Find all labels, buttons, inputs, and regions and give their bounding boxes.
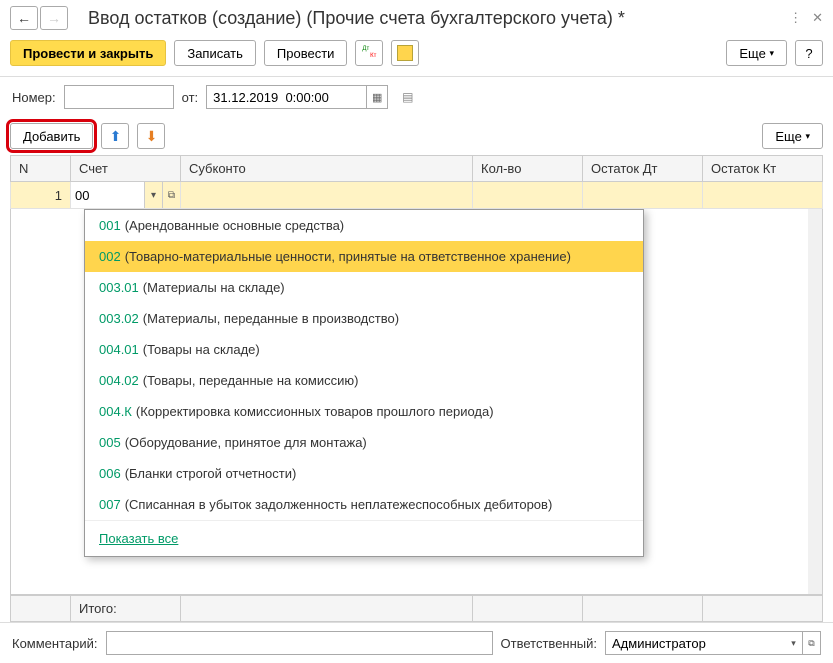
dropdown-item[interactable]: 004.02 (Товары, переданные на комиссию): [85, 365, 643, 396]
main-table: N Счет Субконто Кол-во Остаток Дт Остато…: [10, 155, 823, 209]
post-button[interactable]: Провести: [264, 40, 348, 66]
nav-forward-button[interactable]: →: [40, 6, 68, 30]
account-open-button[interactable]: ⧉: [162, 182, 180, 208]
dropdown-item-code: 001: [99, 218, 121, 233]
add-button[interactable]: Добавить: [10, 123, 93, 149]
col-n[interactable]: N: [11, 156, 71, 182]
date-input[interactable]: [206, 85, 366, 109]
comment-label: Комментарий:: [12, 636, 98, 651]
dropdown-item-code: 003.01: [99, 280, 139, 295]
responsible-dropdown-button[interactable]: ▾: [785, 631, 803, 655]
help-button[interactable]: ?: [795, 40, 823, 66]
dropdown-item-code: 004.01: [99, 342, 139, 357]
dropdown-item[interactable]: 007 (Списанная в убыток задолженность не…: [85, 489, 643, 520]
dropdown-item-code: 005: [99, 435, 121, 450]
extra-icon[interactable]: ▤: [402, 90, 413, 104]
dropdown-item[interactable]: 001 (Арендованные основные средства): [85, 210, 643, 241]
from-label: от:: [182, 90, 199, 105]
footer-dt: [583, 596, 703, 622]
col-balance-kt[interactable]: Остаток Кт: [703, 156, 823, 182]
dt-kt-icon: ДтКт: [362, 46, 376, 60]
dropdown-item-text: (Товары, переданные на комиссию): [143, 373, 359, 388]
col-balance-dt[interactable]: Остаток Дт: [583, 156, 703, 182]
account-dropdown-button[interactable]: ▾: [144, 182, 162, 208]
post-and-close-button[interactable]: Провести и закрыть: [10, 40, 166, 66]
arrow-down-icon: ⬇: [146, 128, 158, 145]
dropdown-item-text: (Товарно-материальные ценности, принятые…: [125, 249, 571, 264]
dropdown-item-code: 004.К: [99, 404, 132, 419]
write-button[interactable]: Записать: [174, 40, 256, 66]
footer-subconto: [181, 596, 473, 622]
responsible-label: Ответственный:: [501, 636, 597, 651]
dropdown-item-text: (Товары на складе): [143, 342, 260, 357]
dropdown-item[interactable]: 004.01 (Товары на складе): [85, 334, 643, 365]
dropdown-item-code: 002: [99, 249, 121, 264]
dropdown-item-text: (Материалы, переданные в производство): [143, 311, 399, 326]
dropdown-item[interactable]: 006 (Бланки строгой отчетности): [85, 458, 643, 489]
responsible-open-button[interactable]: ⧉: [803, 631, 821, 655]
col-qty[interactable]: Кол-во: [473, 156, 583, 182]
show-all-link[interactable]: Показать все: [99, 531, 178, 546]
more-rows-button[interactable]: Еще ▾: [762, 123, 823, 149]
footer-qty: [473, 596, 583, 622]
dropdown-item-text: (Списанная в убыток задолженность неплат…: [125, 497, 553, 512]
number-input[interactable]: [64, 85, 174, 109]
dropdown-item[interactable]: 004.К (Корректировка комиссионных товаро…: [85, 396, 643, 427]
number-label: Номер:: [12, 90, 56, 105]
dropdown-item-code: 004.02: [99, 373, 139, 388]
cell-account[interactable]: ▾ ⧉: [71, 182, 181, 209]
note-icon: [397, 45, 413, 61]
cell-balance-dt[interactable]: [583, 182, 703, 209]
dropdown-item[interactable]: 003.01 (Материалы на складе): [85, 272, 643, 303]
dropdown-item-code: 007: [99, 497, 121, 512]
page-title: Ввод остатков (создание) (Прочие счета б…: [88, 8, 789, 29]
dt-kt-button[interactable]: ДтКт: [355, 40, 383, 66]
cell-balance-kt[interactable]: [703, 182, 823, 209]
dropdown-item-code: 003.02: [99, 311, 139, 326]
col-subconto[interactable]: Субконто: [181, 156, 473, 182]
footer-kt: [703, 596, 823, 622]
cell-subconto[interactable]: [181, 182, 473, 209]
arrow-up-icon: ⬆: [110, 128, 122, 145]
footer-total-label: Итого:: [71, 596, 181, 622]
more-button[interactable]: Еще ▾: [726, 40, 787, 66]
calendar-button[interactable]: ▦: [366, 85, 388, 109]
scrollbar[interactable]: [808, 209, 822, 594]
dropdown-item-text: (Арендованные основные средства): [125, 218, 344, 233]
dropdown-item-text: (Оборудование, принятое для монтажа): [125, 435, 367, 450]
nav-back-button[interactable]: ←: [10, 6, 38, 30]
close-icon[interactable]: ✕: [812, 10, 823, 26]
dropdown-item[interactable]: 005 (Оборудование, принятое для монтажа): [85, 427, 643, 458]
dropdown-item[interactable]: 003.02 (Материалы, переданные в производ…: [85, 303, 643, 334]
comment-input[interactable]: [106, 631, 493, 655]
cell-rownum: 1: [11, 182, 71, 209]
account-dropdown-list: 001 (Арендованные основные средства)002 …: [84, 209, 644, 557]
dropdown-item-text: (Бланки строгой отчетности): [125, 466, 297, 481]
move-down-button[interactable]: ⬇: [137, 123, 165, 149]
col-account[interactable]: Счет: [71, 156, 181, 182]
dropdown-item-code: 006: [99, 466, 121, 481]
move-up-button[interactable]: ⬆: [101, 123, 129, 149]
table-row[interactable]: 1 ▾ ⧉: [11, 182, 823, 209]
account-input[interactable]: [71, 182, 144, 208]
responsible-input[interactable]: [605, 631, 785, 655]
note-button[interactable]: [391, 40, 419, 66]
dropdown-item[interactable]: 002 (Товарно-материальные ценности, прин…: [85, 241, 643, 272]
footer-empty: [11, 596, 71, 622]
dropdown-item-text: (Материалы на складе): [143, 280, 285, 295]
dropdown-item-text: (Корректировка комиссионных товаров прош…: [136, 404, 494, 419]
cell-qty[interactable]: [473, 182, 583, 209]
menu-icon[interactable]: ⋮: [789, 10, 802, 26]
